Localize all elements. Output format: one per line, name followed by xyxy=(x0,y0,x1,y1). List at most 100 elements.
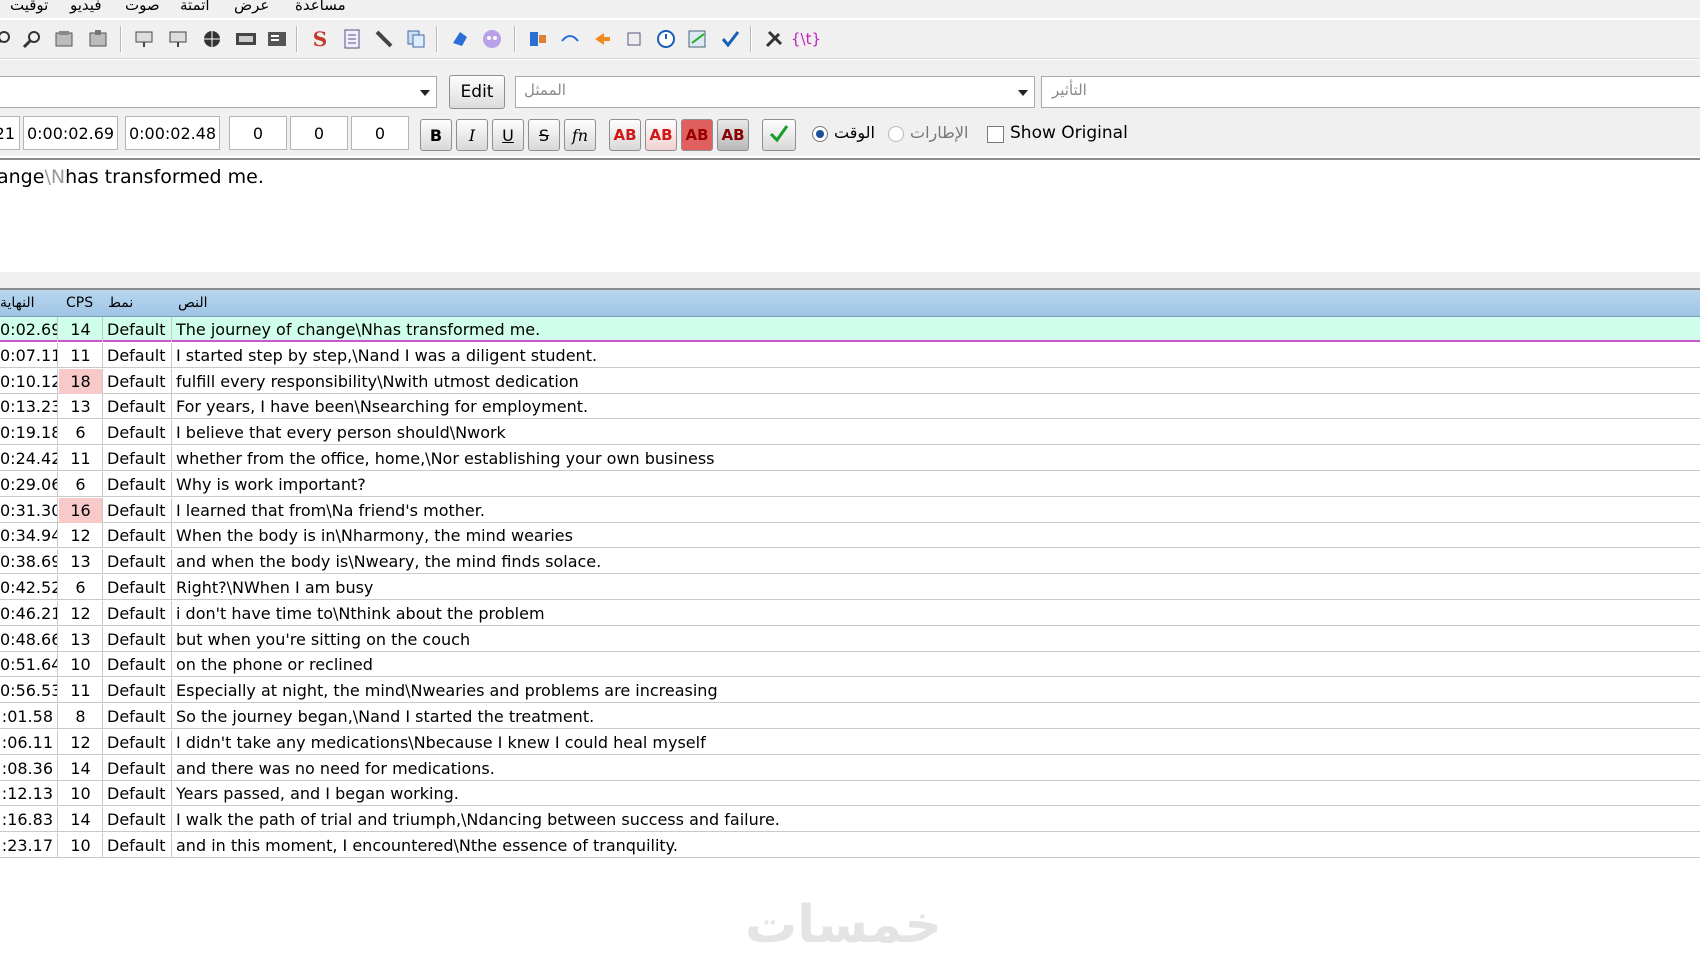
table-row[interactable]: :23.17 10 Default and in this moment, I enc… xyxy=(0,833,1700,858)
grid-icon[interactable] xyxy=(200,27,224,51)
table-row[interactable]: :16.83 14 Default I walk the path of trial … xyxy=(0,807,1700,833)
margin-left-field[interactable]: 0 xyxy=(229,116,287,150)
snap-start-icon[interactable] xyxy=(52,27,76,51)
spellcheck-icon[interactable] xyxy=(686,27,710,51)
resample-icon[interactable] xyxy=(404,27,428,51)
subtitle-editor[interactable]: ange\Nhas transformed me. xyxy=(0,158,1700,273)
effect-field[interactable]: التأثير xyxy=(1041,76,1700,108)
layer-field[interactable]: 21 xyxy=(0,116,20,150)
shift-times-icon[interactable] xyxy=(526,27,550,51)
font-button[interactable]: fn xyxy=(564,119,596,151)
zoom-out-icon[interactable] xyxy=(0,27,14,51)
header-end[interactable]: النهاية xyxy=(0,295,35,311)
table-row[interactable]: :01.58 8 Default So the journey began,\Nand… xyxy=(0,704,1700,729)
menu-timing[interactable]: توقيت xyxy=(10,0,48,14)
grid-header: النهاية CPS نمط النص xyxy=(0,290,1700,317)
table-row[interactable]: 0:31.30 16 Default I learned that from\Na f… xyxy=(0,497,1700,523)
header-text[interactable]: النص xyxy=(178,295,208,311)
cell-style: Default xyxy=(103,420,172,446)
table-row[interactable]: 0:34.94 12 Default When the body is in\Nhar… xyxy=(0,523,1700,549)
table-row[interactable]: 0:38.69 13 Default and when the body is\Nwe… xyxy=(0,549,1700,575)
kanji-timer-icon[interactable] xyxy=(590,27,614,51)
jump-video-end-icon[interactable] xyxy=(166,27,190,51)
translation-assistant-icon[interactable] xyxy=(448,27,472,51)
primary-color-button[interactable]: AB xyxy=(609,119,641,151)
cell-cps: 6 xyxy=(59,420,103,446)
table-row[interactable]: 0:56.53 11 Default Especially at night, the… xyxy=(0,678,1700,704)
fonts-collector-icon[interactable] xyxy=(372,27,396,51)
timing-postprocessor-icon[interactable] xyxy=(558,27,582,51)
table-row[interactable]: 0:42.52 6 Default Right?\NWhen I am busy xyxy=(0,575,1700,600)
cell-cps: 13 xyxy=(59,626,103,652)
select-lines-icon[interactable] xyxy=(622,27,646,51)
snap-end-icon[interactable] xyxy=(86,27,110,51)
show-original-checkbox[interactable] xyxy=(987,126,1004,143)
menu-video[interactable]: فيديو xyxy=(70,0,102,14)
cell-text: and when the body is\Nweary, the mind fi… xyxy=(176,552,602,572)
table-row[interactable]: 0:19.18 6 Default I believe that every pers… xyxy=(0,420,1700,446)
table-row[interactable]: 0:10.12 18 Default fulfill every responsibi… xyxy=(0,368,1700,394)
splitter[interactable] xyxy=(0,272,1700,290)
commit-button[interactable] xyxy=(762,119,796,151)
strikeout-button[interactable]: S xyxy=(528,119,560,151)
table-row[interactable]: :08.36 14 Default and there was no need for… xyxy=(0,755,1700,781)
cell-cps: 10 xyxy=(59,781,103,807)
jump-video-start-icon[interactable] xyxy=(132,27,156,51)
underline-button[interactable]: U xyxy=(492,119,524,151)
italic-button[interactable]: I xyxy=(456,119,488,151)
end-time-field[interactable]: 0:00:02.69 xyxy=(23,116,118,150)
styles-manager-icon[interactable]: S xyxy=(308,27,332,51)
cell-text: and in this moment, I encountered\Nthe e… xyxy=(176,836,678,855)
video-icon[interactable] xyxy=(234,27,258,51)
menu-view[interactable]: عرض xyxy=(234,0,269,14)
time-radio[interactable] xyxy=(812,126,828,142)
cell-text: I didn't take any medications\Nbecause I… xyxy=(176,732,706,752)
table-row[interactable]: 0:02.69 14 Default The journey of change\Nh… xyxy=(0,317,1700,342)
cell-text: I walk the path of trial and triumph,\Nd… xyxy=(176,810,780,830)
secondary-color-button[interactable]: AB xyxy=(645,119,677,151)
validate-icon[interactable] xyxy=(718,27,742,51)
actor-dropdown[interactable]: الممثل xyxy=(515,76,1035,108)
margin-right-field[interactable]: 0 xyxy=(290,116,348,150)
style-dropdown[interactable] xyxy=(0,76,437,108)
cell-text: Years passed, and I began working. xyxy=(176,784,459,804)
cell-style: Default xyxy=(103,342,172,368)
cell-cps: 12 xyxy=(59,600,103,626)
table-row[interactable]: 0:51.64 10 Default on the phone or reclined xyxy=(0,652,1700,678)
table-row[interactable]: 0:46.21 12 Default i don't have time to\Nth… xyxy=(0,600,1700,626)
outline-color-button[interactable]: AB xyxy=(681,119,713,151)
table-row[interactable]: 0:29.06 6 Default Why is work important? xyxy=(0,471,1700,497)
playlist-icon[interactable] xyxy=(266,27,290,51)
cell-text: on the phone or reclined xyxy=(176,655,373,675)
table-row[interactable]: 0:13.23 13 Default For years, I have been\N… xyxy=(0,394,1700,420)
override-tag-icon[interactable]: {\t} xyxy=(791,27,821,51)
cell-style: Default xyxy=(103,600,172,626)
header-cps[interactable]: CPS xyxy=(66,295,93,311)
menu-help[interactable]: مساعدة xyxy=(295,0,346,14)
attachments-icon[interactable] xyxy=(340,27,364,51)
table-row[interactable]: 0:07.11 11 Default I started step by step,\… xyxy=(0,342,1700,368)
table-row[interactable]: 0:24.42 11 Default whether from the office,… xyxy=(0,446,1700,471)
edit-style-button[interactable]: Edit xyxy=(449,75,505,109)
shadow-color-button[interactable]: AB xyxy=(717,119,749,151)
header-style[interactable]: نمط xyxy=(108,295,133,311)
table-row[interactable]: :06.11 12 Default I didn't take any medicat… xyxy=(0,729,1700,755)
editor-text-after: has transformed me. xyxy=(65,166,264,188)
margin-vertical-field[interactable]: 0 xyxy=(351,116,409,150)
editor-text-before: ange xyxy=(0,166,45,188)
table-row[interactable]: 0:48.66 13 Default but when you're sitting … xyxy=(0,626,1700,652)
zoom-in-icon[interactable] xyxy=(20,27,44,51)
table-row[interactable]: :12.13 10 Default Years passed, and I began… xyxy=(0,781,1700,807)
mascot-icon[interactable] xyxy=(480,27,504,51)
main-toolbar: S {\t} xyxy=(0,20,1700,59)
clock-icon[interactable] xyxy=(654,27,678,51)
bold-button[interactable]: B xyxy=(420,119,452,151)
tools-icon[interactable] xyxy=(762,27,786,51)
menu-audio[interactable]: صوت xyxy=(125,0,160,14)
cell-style: Default xyxy=(103,781,172,807)
cell-cps: 18 xyxy=(59,368,103,394)
cell-text: fulfill every responsibility\Nwith utmos… xyxy=(176,371,579,391)
frames-radio[interactable] xyxy=(888,126,904,142)
menu-automation[interactable]: أتمتة xyxy=(180,0,210,14)
duration-field[interactable]: 0:00:02.48 xyxy=(125,116,220,150)
